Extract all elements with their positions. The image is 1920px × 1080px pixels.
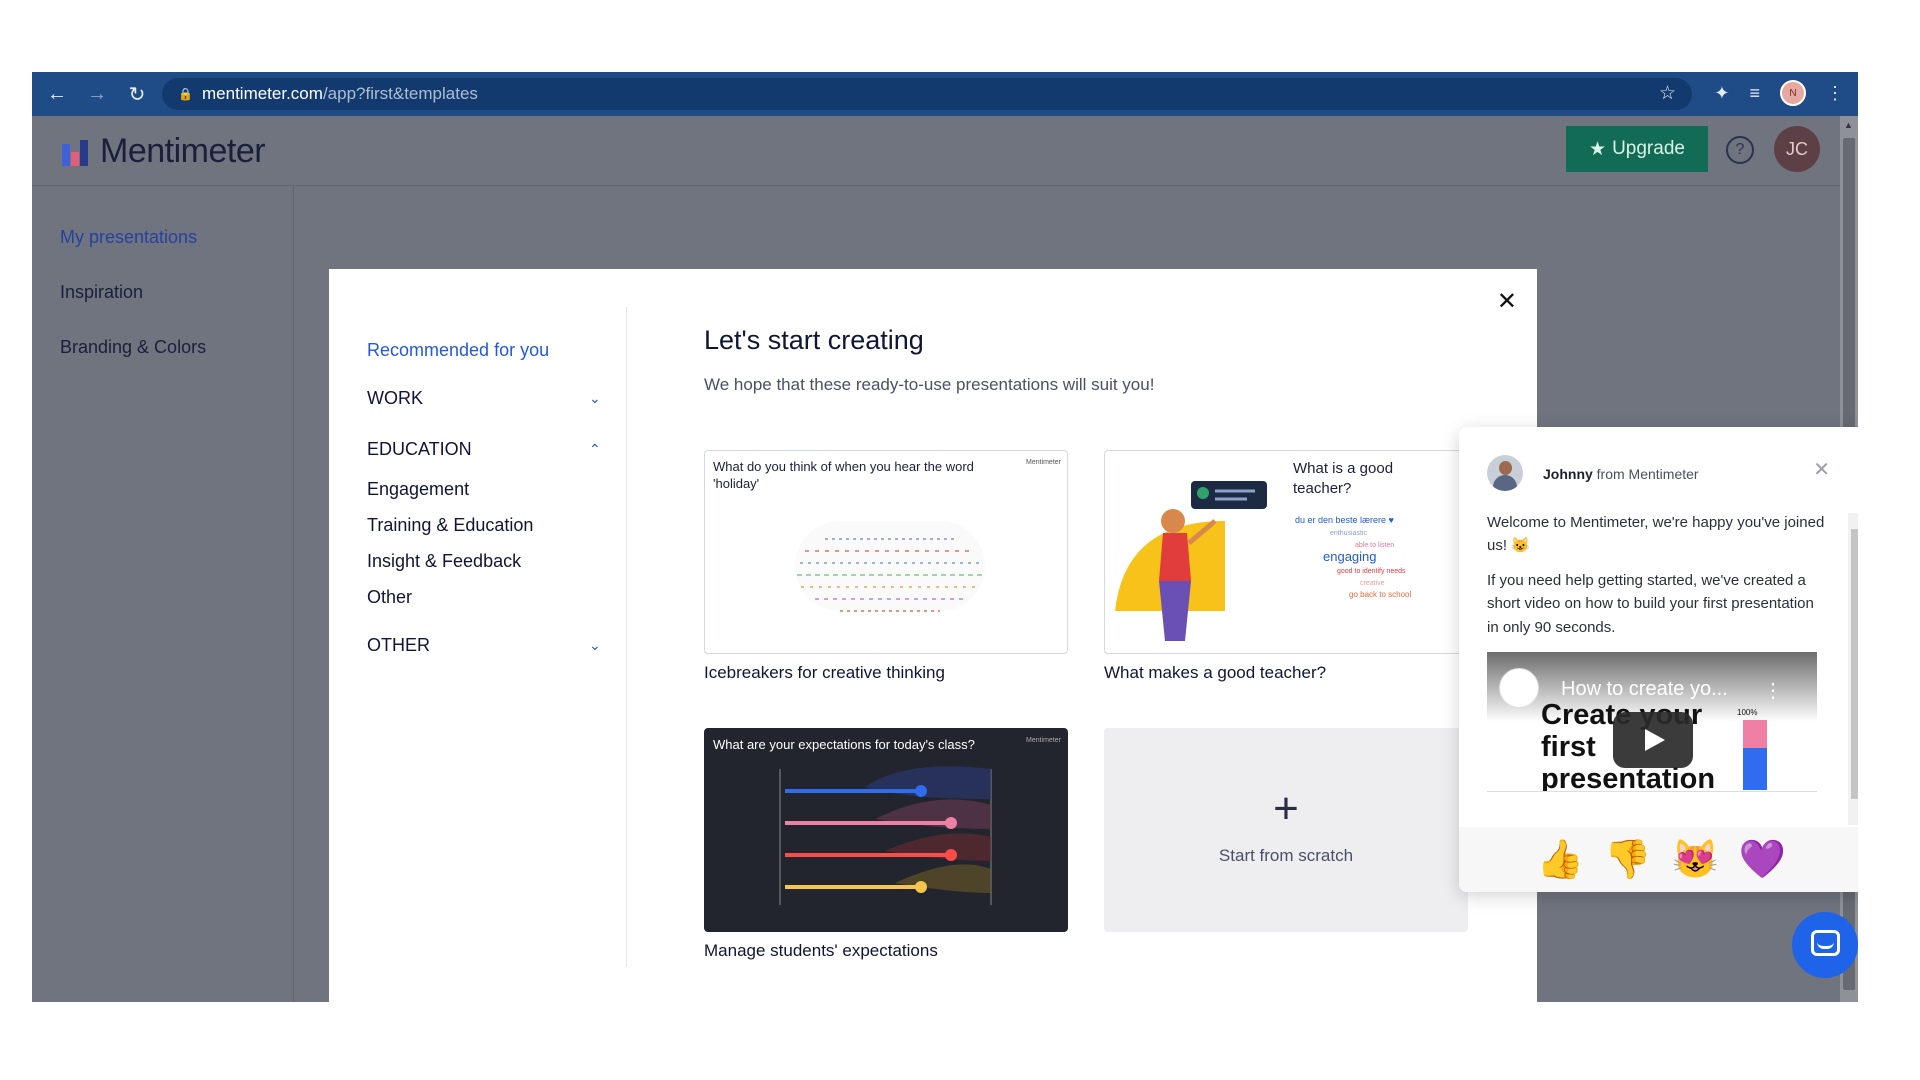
nav-insight-feedback[interactable]: Insight & Feedback bbox=[367, 551, 521, 572]
template-categories: Recommended for you WORK ⌄ EDUCATION ⌃ E… bbox=[329, 307, 627, 967]
modal-subtitle: We hope that these ready-to-use presenta… bbox=[704, 375, 1155, 394]
scales-illustration bbox=[779, 766, 992, 905]
upgrade-label: Upgrade bbox=[1612, 138, 1685, 159]
video-bar-blue bbox=[1743, 748, 1767, 790]
plus-icon: + bbox=[1273, 784, 1299, 833]
lock-icon: 🔒 bbox=[178, 87, 193, 101]
video-percent-label: 100% bbox=[1737, 708, 1758, 717]
star-icon: ★ bbox=[1589, 138, 1607, 160]
thumbs-down-icon[interactable]: 👎 bbox=[1604, 841, 1651, 879]
purple-heart-icon[interactable]: 💜 bbox=[1739, 841, 1786, 879]
chat-message-help: If you need help getting started, we've … bbox=[1487, 572, 1814, 636]
forward-arrow-icon[interactable]: → bbox=[86, 83, 108, 106]
agent-from: from Mentimeter bbox=[1596, 466, 1699, 482]
video-title: How to create yo... bbox=[1561, 678, 1728, 700]
template-card-expectations[interactable]: What are your expectations for today's c… bbox=[704, 728, 1068, 932]
logo-mark-icon bbox=[62, 138, 90, 166]
nav-other[interactable]: OTHER bbox=[367, 635, 430, 656]
address-bar[interactable]: 🔒 mentimeter.com/app?first&templates ☆ bbox=[162, 78, 1692, 110]
play-button-icon[interactable] bbox=[1613, 712, 1693, 768]
word-cloud-illustration bbox=[795, 521, 985, 612]
agent-avatar bbox=[1487, 455, 1523, 491]
svg-text:engaging: engaging bbox=[1323, 549, 1377, 564]
nav-engagement[interactable]: Engagement bbox=[367, 479, 469, 500]
kebab-menu-icon[interactable]: ⋮ bbox=[1826, 83, 1844, 104]
chat-message-welcome: Welcome to Mentimeter, we're happy you'v… bbox=[1487, 514, 1825, 555]
reaction-bar: 👍 👎 😻 💜 bbox=[1459, 827, 1858, 892]
help-icon[interactable]: ? bbox=[1726, 136, 1754, 164]
close-icon[interactable]: ✕ bbox=[1497, 287, 1517, 316]
sidebar-item-inspiration[interactable]: Inspiration bbox=[60, 282, 143, 303]
start-from-scratch-card[interactable]: + Start from scratch bbox=[1104, 728, 1468, 932]
sidebar: My presentations Inspiration Branding & … bbox=[32, 186, 294, 1002]
sidebar-item-branding-colors[interactable]: Branding & Colors bbox=[60, 337, 206, 358]
card-caption[interactable]: Icebreakers for creative thinking bbox=[704, 663, 945, 683]
video-thumbnail[interactable]: Create your first presentation How to cr… bbox=[1487, 652, 1817, 792]
chat-widget: Johnny from Mentimeter ✕ Welcome to Ment… bbox=[1459, 427, 1858, 892]
nav-work[interactable]: WORK bbox=[367, 388, 423, 409]
modal-title: Let's start creating bbox=[704, 325, 924, 355]
agent-name: Johnny bbox=[1543, 466, 1593, 482]
svg-text:creative: creative bbox=[1360, 580, 1385, 587]
scroll-up-icon[interactable]: ▲ bbox=[1844, 120, 1853, 130]
video-bar-pink bbox=[1743, 720, 1767, 748]
template-card-icebreakers[interactable]: What do you think of when you hear the w… bbox=[704, 450, 1068, 654]
browser-window: ← → ↻ 🔒 mentimeter.com/app?first&templat… bbox=[32, 72, 1858, 1002]
close-icon[interactable]: ✕ bbox=[1813, 457, 1830, 482]
browser-toolbar: ← → ↻ 🔒 mentimeter.com/app?first&templat… bbox=[32, 72, 1858, 116]
avatar[interactable]: JC bbox=[1774, 126, 1820, 172]
mentimeter-logo[interactable]: Mentimeter bbox=[62, 132, 266, 171]
channel-logo-icon bbox=[1499, 668, 1539, 708]
puzzle-icon[interactable]: ✦ bbox=[1714, 83, 1729, 104]
svg-text:enthusiastic: enthusiastic bbox=[1330, 530, 1367, 537]
star-icon[interactable]: ☆ bbox=[1659, 82, 1676, 105]
url-host: mentimeter.com bbox=[202, 84, 323, 103]
sidebar-item-my-presentations[interactable]: My presentations bbox=[60, 227, 197, 248]
nav-education[interactable]: EDUCATION bbox=[367, 439, 472, 460]
upgrade-button[interactable]: ★ Upgrade bbox=[1566, 126, 1708, 172]
playlist-icon[interactable]: ≡ bbox=[1749, 83, 1760, 104]
template-card-good-teacher[interactable]: What is a good teacher? du er den beste … bbox=[1104, 450, 1468, 654]
card-caption[interactable]: Manage students' expectations bbox=[704, 941, 938, 961]
chevron-down-icon[interactable]: ⌄ bbox=[589, 390, 601, 407]
app-header: Mentimeter ★ Upgrade ? JC bbox=[32, 116, 1840, 186]
chat-launcher-button[interactable] bbox=[1792, 912, 1858, 978]
reload-icon[interactable]: ↻ bbox=[126, 82, 148, 107]
kebab-menu-icon[interactable]: ⋮ bbox=[1763, 678, 1783, 703]
start-from-scratch-label: Start from scratch bbox=[1218, 846, 1354, 865]
profile-icon[interactable]: N bbox=[1780, 80, 1806, 106]
teacher-illustration: du er den beste lærere ♥ enthusiastic ab… bbox=[1115, 481, 1411, 641]
svg-text:good to identify needs: good to identify needs bbox=[1337, 568, 1406, 575]
svg-text:able to listen: able to listen bbox=[1355, 542, 1394, 549]
back-arrow-icon[interactable]: ← bbox=[46, 83, 68, 106]
chevron-up-icon[interactable]: ⌃ bbox=[589, 441, 601, 458]
chat-scrollbar[interactable] bbox=[1848, 513, 1858, 825]
nav-training-education[interactable]: Training & Education bbox=[367, 515, 533, 536]
brand-name: Mentimeter bbox=[100, 132, 266, 170]
card-caption[interactable]: What makes a good teacher? bbox=[1104, 663, 1326, 683]
url-path: /app?first&templates bbox=[322, 84, 478, 103]
templates-modal: ✕ Recommended for you WORK ⌄ EDUCATION ⌃… bbox=[329, 269, 1537, 1002]
thumbs-up-icon[interactable]: 👍 bbox=[1537, 841, 1584, 879]
heart-eyes-cat-icon[interactable]: 😻 bbox=[1672, 841, 1719, 879]
svg-text:du er den beste lærere ♥: du er den beste lærere ♥ bbox=[1295, 515, 1394, 525]
svg-text:go back to school: go back to school bbox=[1349, 590, 1411, 599]
chevron-down-icon[interactable]: ⌄ bbox=[589, 637, 601, 654]
nav-recommended[interactable]: Recommended for you bbox=[367, 340, 549, 361]
agent-line: Johnny from Mentimeter bbox=[1543, 466, 1699, 482]
nav-other-education[interactable]: Other bbox=[367, 587, 412, 608]
